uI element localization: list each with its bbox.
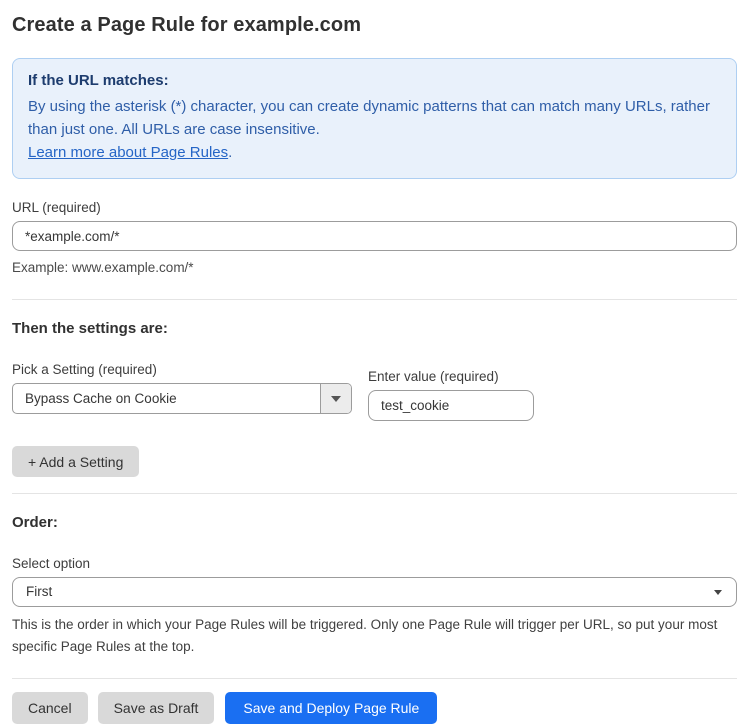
setting-dropdown[interactable]: Bypass Cache on Cookie bbox=[12, 383, 352, 414]
setting-dropdown-value: Bypass Cache on Cookie bbox=[13, 384, 320, 413]
setting-value-column: Enter value (required) bbox=[368, 369, 534, 421]
settings-heading: Then the settings are: bbox=[12, 320, 737, 337]
order-select-label: Select option bbox=[12, 556, 737, 571]
url-label: URL (required) bbox=[12, 200, 737, 215]
save-draft-button[interactable]: Save as Draft bbox=[98, 692, 215, 724]
setting-value-label: Enter value (required) bbox=[368, 369, 534, 384]
add-setting-button[interactable]: + Add a Setting bbox=[12, 446, 139, 477]
order-select-value: First bbox=[13, 578, 736, 606]
divider bbox=[12, 678, 737, 679]
order-select[interactable]: First bbox=[12, 577, 737, 607]
info-box-link-line: Learn more about Page Rules. bbox=[28, 141, 720, 164]
setting-picker-label: Pick a Setting (required) bbox=[12, 362, 352, 377]
cancel-button[interactable]: Cancel bbox=[12, 692, 88, 724]
settings-row: Pick a Setting (required) Bypass Cache o… bbox=[12, 362, 737, 421]
divider bbox=[12, 493, 737, 494]
url-matches-info-box: If the URL matches: By using the asteris… bbox=[12, 58, 737, 179]
order-help-text: This is the order in which your Page Rul… bbox=[12, 614, 734, 658]
setting-dropdown-arrow-button[interactable] bbox=[320, 384, 351, 413]
link-suffix: . bbox=[228, 144, 232, 161]
url-section: URL (required) Example: www.example.com/… bbox=[12, 200, 737, 278]
info-box-body: By using the asterisk (*) character, you… bbox=[28, 95, 713, 141]
setting-value-input[interactable] bbox=[368, 390, 534, 421]
page-title: Create a Page Rule for example.com bbox=[12, 14, 737, 37]
divider bbox=[12, 299, 737, 300]
url-input[interactable] bbox=[12, 221, 737, 251]
footer-actions: Cancel Save as Draft Save and Deploy Pag… bbox=[12, 692, 737, 724]
learn-more-link[interactable]: Learn more about Page Rules bbox=[28, 144, 228, 161]
order-heading: Order: bbox=[12, 514, 737, 531]
settings-section: Then the settings are: Pick a Setting (r… bbox=[12, 320, 737, 477]
caret-down-icon bbox=[331, 396, 341, 402]
url-example-text: Example: www.example.com/* bbox=[12, 258, 737, 278]
order-section: Order: Select option First This is the o… bbox=[12, 514, 737, 658]
info-box-heading: If the URL matches: bbox=[28, 72, 720, 89]
caret-down-icon bbox=[714, 590, 722, 595]
save-deploy-button[interactable]: Save and Deploy Page Rule bbox=[225, 692, 437, 724]
setting-picker-column: Pick a Setting (required) Bypass Cache o… bbox=[12, 362, 352, 414]
